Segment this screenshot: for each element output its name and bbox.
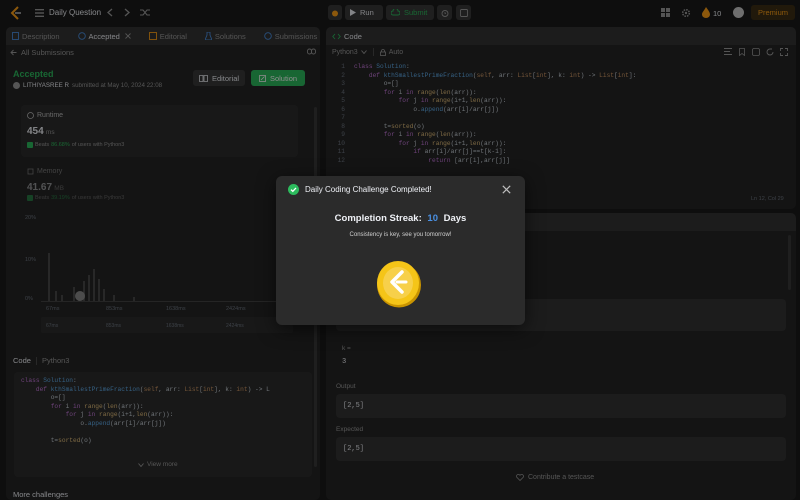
- challenge-complete-dialog: Daily Coding Challenge Completed! Comple…: [276, 176, 525, 325]
- streak-line: Completion Streak: 10 Days: [276, 213, 525, 224]
- streak-prefix: Completion Streak:: [334, 213, 422, 224]
- check-circle-icon: [288, 184, 299, 195]
- dialog-message: Consistency is key, see you tomorrow!: [349, 232, 452, 238]
- streak-value: 10: [427, 213, 438, 224]
- close-icon[interactable]: [502, 185, 511, 194]
- streak-suffix: Days: [443, 213, 467, 224]
- leetcode-coin-icon: [376, 260, 422, 308]
- dialog-title: Daily Coding Challenge Completed!: [305, 185, 432, 194]
